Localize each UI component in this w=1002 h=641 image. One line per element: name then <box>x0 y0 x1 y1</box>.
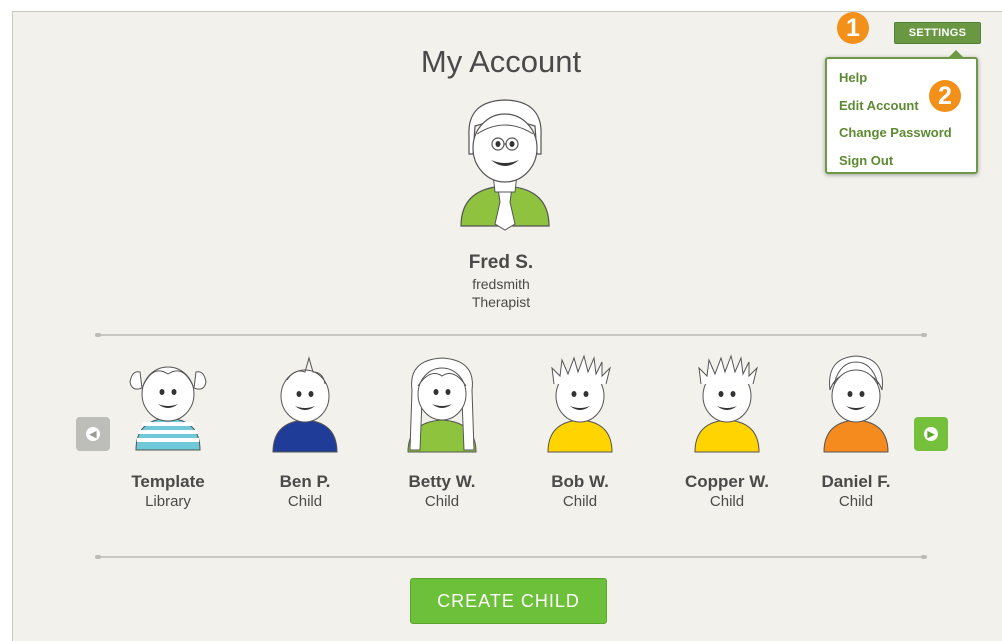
child-avatar <box>407 357 477 453</box>
child-name: Betty W. <box>408 472 476 491</box>
child-card-ben[interactable]: Ben P. Child <box>240 350 370 510</box>
callout-badge-2: 2 <box>929 80 961 112</box>
child-card-daniel[interactable]: Daniel F. Child <box>791 350 921 510</box>
menu-item-sign-out[interactable]: Sign Out <box>827 147 976 175</box>
settings-menu: Help Edit Account Change Password Sign O… <box>825 50 978 175</box>
child-card-copper[interactable]: Copper W. Child <box>662 350 792 510</box>
child-role: Child <box>838 493 874 510</box>
divider-bottom <box>95 555 927 559</box>
user-avatar <box>460 99 550 231</box>
child-name: Template <box>131 472 205 491</box>
chevron-right-icon: ▶ <box>924 427 938 441</box>
child-name: Bob W. <box>551 472 609 491</box>
create-child-button[interactable]: CREATE CHILD <box>410 578 607 624</box>
user-role: Therapist <box>471 294 531 310</box>
child-role: Child <box>287 493 323 510</box>
child-card-template[interactable]: Template Library <box>103 350 233 510</box>
child-role: Child <box>424 493 460 510</box>
child-role: Child <box>709 493 745 510</box>
child-name: Copper W. <box>684 472 770 491</box>
child-avatar <box>694 354 760 453</box>
chevron-left-icon: ◀ <box>86 427 100 441</box>
child-role: Child <box>562 493 598 510</box>
child-role: Library <box>145 493 191 510</box>
child-avatar <box>272 356 338 453</box>
callout-badge-1: 1 <box>837 12 869 44</box>
child-card-betty[interactable]: Betty W. Child <box>377 350 507 510</box>
user-name: Fred S. <box>468 252 534 273</box>
user-username: fredsmith <box>472 276 530 292</box>
child-name: Daniel F. <box>821 472 891 491</box>
child-avatar <box>547 354 613 453</box>
child-card-bob[interactable]: Bob W. Child <box>515 350 645 510</box>
child-avatar <box>823 355 889 453</box>
menu-item-change-password[interactable]: Change Password <box>827 119 976 147</box>
divider-top <box>95 333 927 337</box>
child-avatar <box>129 366 207 451</box>
settings-button[interactable]: SETTINGS <box>894 22 981 44</box>
child-name: Ben P. <box>279 472 331 491</box>
